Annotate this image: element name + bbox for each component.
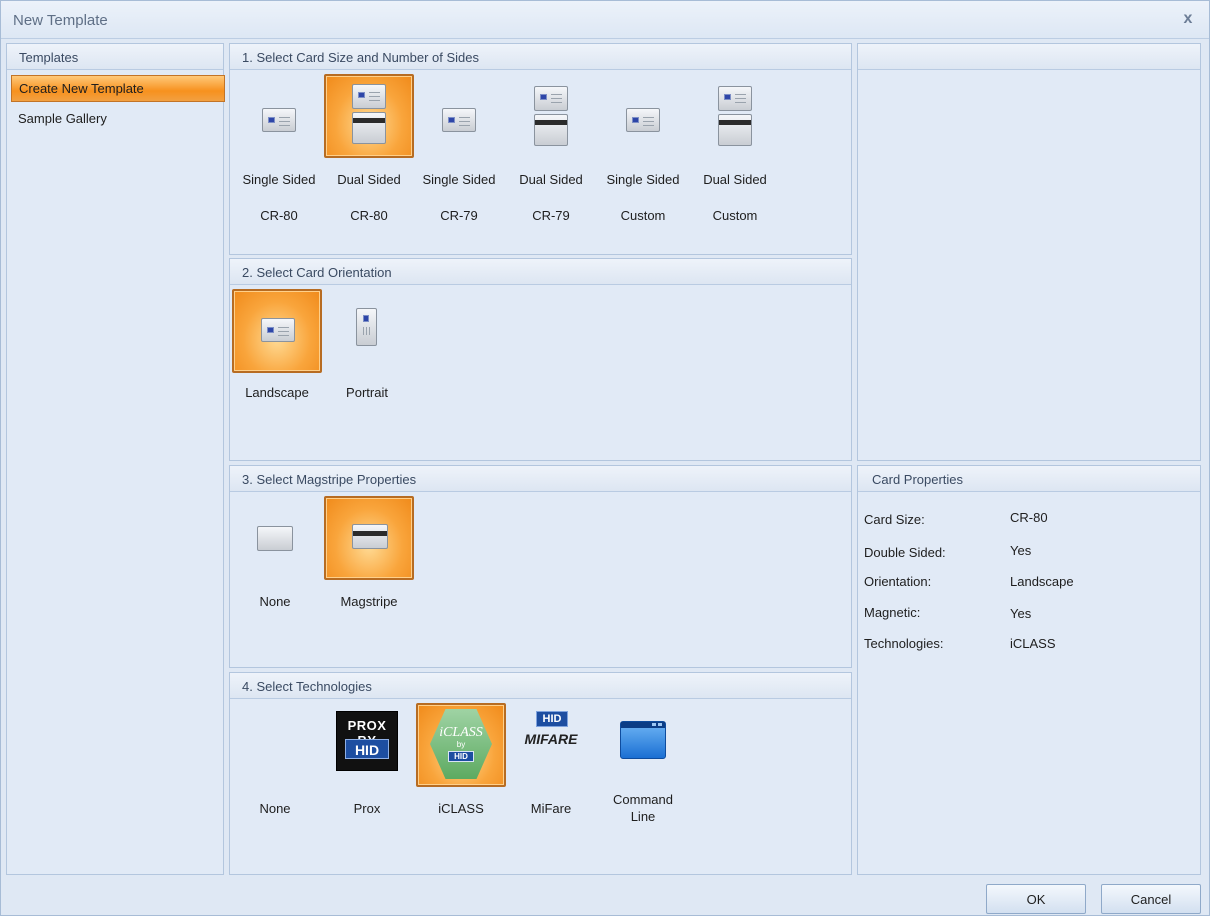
option-label-line2: CR-80 [260, 208, 298, 223]
option-label: None [259, 594, 291, 609]
option-dual-sided-cr80[interactable]: Dual Sided CR-80 [324, 74, 414, 223]
card-properties-panel: Card Properties Card Size: CR-80 Double … [857, 465, 1201, 875]
cancel-button[interactable]: Cancel [1101, 884, 1201, 914]
prox-logo-bottom-text: HID [354, 742, 380, 758]
dual-card-back-icon [534, 114, 568, 146]
title-bar: New Template x [1, 1, 1209, 39]
option-magstripe-none[interactable]: None [230, 496, 320, 609]
portrait-card-icon [356, 308, 377, 346]
dual-card-back-icon [352, 112, 386, 144]
card-properties-header: Card Properties [858, 466, 1200, 492]
prox-logo-icon: PROX BY HID [336, 711, 398, 771]
option-label-line2: CR-79 [440, 208, 478, 223]
option-portrait[interactable]: Portrait [322, 289, 412, 400]
orientation-section: 2. Select Card Orientation Landscape Por… [229, 258, 852, 461]
templates-panel: Templates Create New Template Sample Gal… [6, 43, 225, 875]
option-dual-sided-custom[interactable]: Dual Sided Custom [690, 74, 780, 223]
option-label-line1: Dual Sided [703, 172, 767, 187]
option-label: MiFare [530, 801, 572, 816]
window-title: New Template [13, 12, 108, 29]
option-tech-command-line[interactable]: Command Line [598, 703, 688, 824]
template-item-label: Sample Gallery [18, 111, 107, 126]
option-label-line1: Single Sided [242, 172, 316, 187]
prop-label-technologies: Technologies: [864, 636, 944, 651]
option-single-sided-custom[interactable]: Single Sided Custom [598, 74, 688, 223]
dual-card-icon [352, 84, 386, 109]
option-label: Command Line [613, 792, 673, 824]
prop-value-double-sided: Yes [1010, 543, 1032, 558]
none-icon [230, 703, 320, 787]
mifare-logo-bottom-text: MIFARE [524, 731, 578, 747]
option-single-sided-cr79[interactable]: Single Sided CR-79 [414, 74, 504, 223]
iclass-logo-icon: iCLASS by HID [430, 709, 492, 779]
prop-label-double-sided: Double Sided: [864, 545, 946, 560]
option-dual-sided-cr79[interactable]: Dual Sided CR-79 [506, 74, 596, 223]
option-label-line2: Custom [620, 208, 666, 223]
dual-card-icon [534, 86, 568, 111]
ok-button[interactable]: OK [986, 884, 1086, 914]
option-tech-iclass[interactable]: iCLASS by HID iCLASS [416, 703, 506, 816]
option-magstripe[interactable]: Magstripe [324, 496, 414, 609]
option-label: Magstripe [340, 594, 398, 609]
close-icon[interactable]: x [1179, 10, 1197, 28]
prop-value-magnetic: Yes [1010, 606, 1032, 621]
blank-card-icon [257, 526, 293, 551]
command-line-window-icon [620, 721, 666, 759]
magstripe-header: 3. Select Magstripe Properties [230, 466, 851, 492]
technologies-header: 4. Select Technologies [230, 673, 851, 699]
card-size-header: 1. Select Card Size and Number of Sides [230, 44, 851, 70]
template-item-create-new[interactable]: Create New Template [11, 75, 225, 102]
preview-header [858, 44, 1200, 70]
prop-value-card-size: CR-80 [1010, 510, 1048, 525]
option-single-sided-cr80[interactable]: Single Sided CR-80 [234, 74, 324, 223]
single-card-icon [262, 108, 296, 132]
option-label-line1: Dual Sided [519, 172, 583, 187]
prop-value-orientation: Landscape [1010, 574, 1074, 589]
option-tech-none[interactable]: None [230, 703, 320, 816]
magstripe-section: 3. Select Magstripe Properties None Mags… [229, 465, 852, 668]
new-template-dialog: New Template x Templates Create New Temp… [0, 0, 1210, 916]
iclass-logo-by-text: by [456, 740, 466, 749]
orientation-header: 2. Select Card Orientation [230, 259, 851, 285]
preview-panel [857, 43, 1201, 461]
magstripe-card-icon [352, 524, 388, 549]
single-card-icon [442, 108, 476, 132]
prop-label-card-size: Card Size: [864, 512, 925, 527]
option-label-line1: Single Sided [606, 172, 680, 187]
mifare-logo-top-text: HID [542, 713, 562, 725]
option-label-line2: CR-80 [350, 208, 388, 223]
technologies-section: 4. Select Technologies None PROX BY HID … [229, 672, 852, 875]
option-label-line1: Single Sided [422, 172, 496, 187]
card-size-section: 1. Select Card Size and Number of Sides … [229, 43, 852, 255]
option-label: iCLASS [438, 801, 484, 816]
option-label: Portrait [346, 385, 388, 400]
option-label-line1: Dual Sided [337, 172, 401, 187]
dual-card-icon [718, 86, 752, 111]
option-tech-prox[interactable]: PROX BY HID Prox [322, 703, 412, 816]
option-label-line2: CR-79 [532, 208, 570, 223]
template-item-sample-gallery[interactable]: Sample Gallery [11, 106, 225, 133]
iclass-logo-bottom-text: HID [454, 752, 468, 761]
option-label: Prox [353, 801, 381, 816]
option-label-line2: Custom [712, 208, 758, 223]
prop-value-technologies: iCLASS [1010, 636, 1056, 651]
templates-header: Templates [7, 44, 223, 70]
option-tech-mifare[interactable]: HID MIFARE MiFare [506, 703, 596, 816]
dual-card-back-icon [718, 114, 752, 146]
template-item-label: Create New Template [19, 81, 144, 96]
option-label: Landscape [245, 385, 309, 400]
option-landscape[interactable]: Landscape [232, 289, 322, 400]
landscape-card-icon [261, 318, 295, 342]
single-card-icon [626, 108, 660, 132]
prop-label-orientation: Orientation: [864, 574, 932, 589]
prop-label-magnetic: Magnetic: [864, 605, 921, 620]
mifare-logo-icon: HID MIFARE [522, 711, 580, 761]
iclass-logo-top-text: iCLASS [439, 725, 483, 740]
option-label: None [259, 801, 291, 816]
